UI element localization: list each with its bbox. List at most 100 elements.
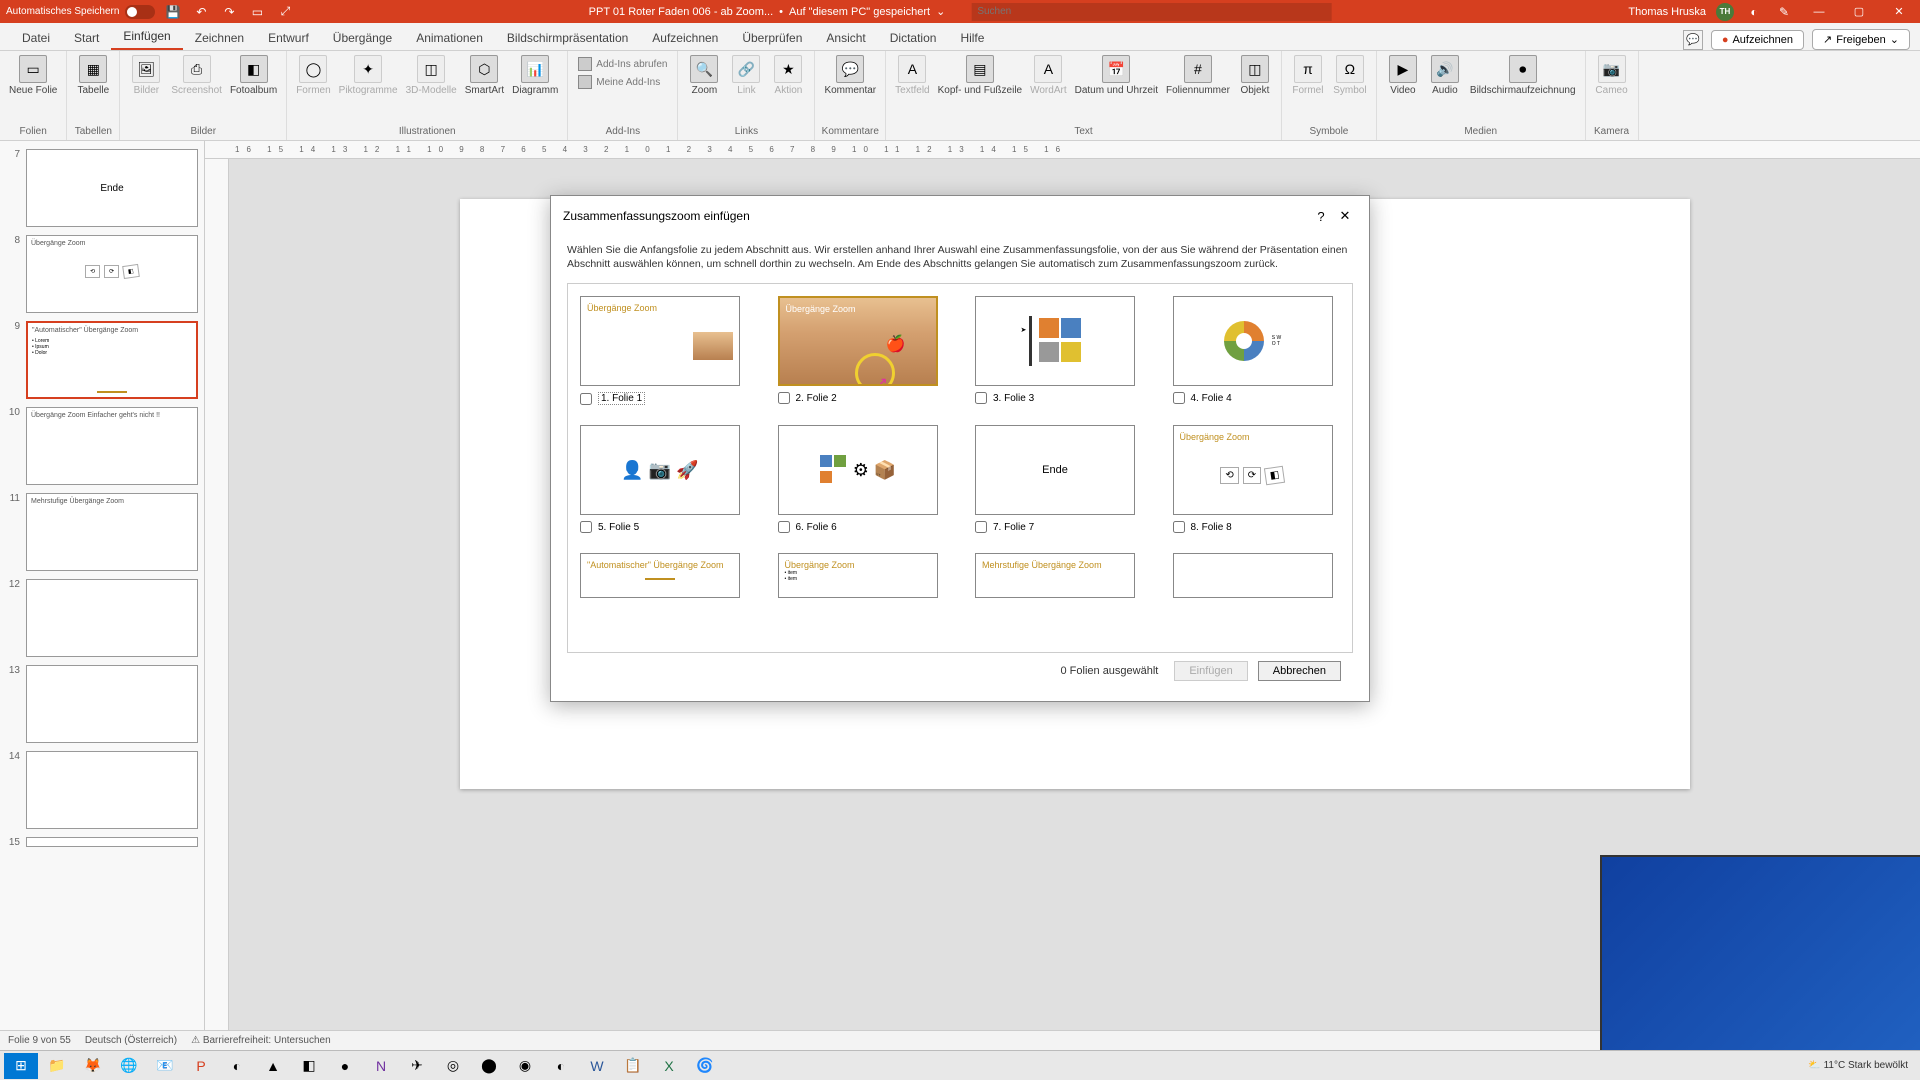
- thumb-8[interactable]: 8Übergänge Zoom⟲⟳◧: [0, 231, 204, 317]
- slide-2-checkbox[interactable]: [778, 392, 790, 404]
- autosave-toggle[interactable]: Automatisches Speichern: [6, 5, 155, 19]
- minimize-button[interactable]: —: [1804, 0, 1834, 23]
- cancel-button[interactable]: Abbrechen: [1258, 661, 1341, 681]
- task-app7-icon[interactable]: 📋: [616, 1053, 650, 1079]
- action-button[interactable]: ★Aktion: [768, 53, 808, 98]
- comments-button[interactable]: 💬: [1683, 30, 1703, 50]
- draw-icon[interactable]: ✎: [1774, 2, 1794, 22]
- share-button[interactable]: ↗Freigeben⌄: [1812, 29, 1910, 50]
- tab-datei[interactable]: Datei: [10, 26, 62, 50]
- thumb-7[interactable]: 7Ende: [0, 145, 204, 231]
- tab-aufzeichnen[interactable]: Aufzeichnen: [640, 26, 730, 50]
- screen-recording-button[interactable]: ⏺Bildschirmaufzeichnung: [1467, 53, 1579, 98]
- task-firefox-icon[interactable]: 🦊: [76, 1053, 110, 1079]
- grid-slide-11[interactable]: Mehrstufige Übergänge Zoom: [975, 553, 1143, 598]
- thumb-12[interactable]: 12: [0, 575, 204, 661]
- record-button[interactable]: ●Aufzeichnen: [1711, 30, 1804, 50]
- task-app4-icon[interactable]: ◎: [436, 1053, 470, 1079]
- new-slide-button[interactable]: ▭Neue Folie: [6, 53, 60, 98]
- grid-slide-2[interactable]: Übergänge Zoom🍎 2. Folie 2: [778, 296, 946, 405]
- tab-uebergaenge[interactable]: Übergänge: [321, 26, 404, 50]
- textbox-button[interactable]: ATextfeld: [892, 53, 932, 98]
- user-avatar-icon[interactable]: TH: [1716, 3, 1734, 21]
- tab-hilfe[interactable]: Hilfe: [948, 26, 996, 50]
- slide-picker-grid[interactable]: Übergänge Zoom 1. Folie 1 Übergänge Zoom…: [567, 283, 1353, 653]
- from-beginning-icon[interactable]: ▭: [247, 2, 267, 22]
- task-telegram-icon[interactable]: ✈: [400, 1053, 434, 1079]
- wordart-button[interactable]: AWordArt: [1027, 53, 1070, 98]
- chart-button[interactable]: 📊Diagramm: [509, 53, 561, 98]
- grid-slide-4[interactable]: S WO T 4. Folie 4: [1173, 296, 1341, 405]
- symbol-button[interactable]: ΩSymbol: [1330, 53, 1370, 98]
- icons-button[interactable]: ✦Piktogramme: [336, 53, 401, 98]
- slide-thumbnail-panel[interactable]: 7Ende 8Übergänge Zoom⟲⟳◧ 9"Automatischer…: [0, 141, 205, 1030]
- start-button[interactable]: ⊞: [4, 1053, 38, 1079]
- redo-icon[interactable]: ↷: [219, 2, 239, 22]
- task-onenote-icon[interactable]: N: [364, 1053, 398, 1079]
- slide-8-checkbox[interactable]: [1173, 521, 1185, 533]
- task-powerpoint-icon[interactable]: P: [184, 1053, 218, 1079]
- language-status[interactable]: Deutsch (Österreich): [85, 1035, 177, 1046]
- screenshot-button[interactable]: ⎙Screenshot: [168, 53, 225, 98]
- object-button[interactable]: ◫Objekt: [1235, 53, 1275, 98]
- tab-bildschirm[interactable]: Bildschirmpräsentation: [495, 26, 640, 50]
- smartart-button[interactable]: ⬡SmartArt: [462, 53, 507, 98]
- audio-button[interactable]: 🔊Audio: [1425, 53, 1465, 98]
- slide-counter[interactable]: Folie 9 von 55: [8, 1035, 71, 1046]
- video-button[interactable]: ▶Video: [1383, 53, 1423, 98]
- tab-animationen[interactable]: Animationen: [404, 26, 495, 50]
- grid-slide-1[interactable]: Übergänge Zoom 1. Folie 1: [580, 296, 748, 405]
- grid-slide-10[interactable]: Übergänge Zoom• item• item: [778, 553, 946, 598]
- task-chrome-icon[interactable]: 🌐: [112, 1053, 146, 1079]
- task-app-icon[interactable]: ◐: [220, 1053, 254, 1079]
- tab-ansicht[interactable]: Ansicht: [814, 26, 877, 50]
- grid-slide-8[interactable]: Übergänge Zoom⟲⟳◧ 8. Folie 8: [1173, 425, 1341, 533]
- maximize-button[interactable]: ▢: [1844, 0, 1874, 23]
- grid-slide-6[interactable]: ⚙ 📦 6. Folie 6: [778, 425, 946, 533]
- shapes-button[interactable]: ◯Formen: [293, 53, 333, 98]
- close-button[interactable]: ✕: [1884, 0, 1914, 23]
- tab-zeichnen[interactable]: Zeichnen: [183, 26, 256, 50]
- grid-slide-9[interactable]: "Automatischer" Übergänge Zoom: [580, 553, 748, 598]
- thumb-15[interactable]: 15: [0, 833, 204, 852]
- save-icon[interactable]: 💾: [163, 2, 183, 22]
- thumb-10[interactable]: 10Übergänge Zoom Einfacher geht's nicht …: [0, 403, 204, 489]
- link-button[interactable]: 🔗Link: [726, 53, 766, 98]
- images-button[interactable]: 🖼Bilder: [126, 53, 166, 98]
- task-vlc-icon[interactable]: ▲: [256, 1053, 290, 1079]
- weather-widget[interactable]: ⛅ 11°C Stark bewölkt: [1808, 1060, 1908, 1071]
- search-input[interactable]: [971, 3, 1331, 21]
- table-button[interactable]: ▦Tabelle: [73, 53, 113, 98]
- accessibility-status[interactable]: ⚠ Barrierefreiheit: Untersuchen: [191, 1035, 331, 1046]
- tab-ueberpruefen[interactable]: Überprüfen: [730, 26, 814, 50]
- thumb-13[interactable]: 13: [0, 661, 204, 747]
- grid-slide-12[interactable]: [1173, 553, 1341, 598]
- task-app6-icon[interactable]: ◐: [544, 1053, 578, 1079]
- insert-button[interactable]: Einfügen: [1174, 661, 1247, 681]
- task-word-icon[interactable]: W: [580, 1053, 614, 1079]
- task-explorer-icon[interactable]: 📁: [40, 1053, 74, 1079]
- equation-button[interactable]: πFormel: [1288, 53, 1328, 98]
- slide-5-checkbox[interactable]: [580, 521, 592, 533]
- touch-mode-icon[interactable]: ⤢: [275, 2, 295, 22]
- task-app5-icon[interactable]: ◉: [508, 1053, 542, 1079]
- datetime-button[interactable]: 📅Datum und Uhrzeit: [1072, 53, 1161, 98]
- task-excel-icon[interactable]: X: [652, 1053, 686, 1079]
- task-app3-icon[interactable]: ●: [328, 1053, 362, 1079]
- photoalbum-button[interactable]: ◧Fotoalbum: [227, 53, 280, 98]
- tab-einfuegen[interactable]: Einfügen: [111, 24, 182, 50]
- zoom-button[interactable]: 🔍Zoom: [684, 53, 724, 98]
- 3d-button[interactable]: ◫3D-Modelle: [403, 53, 460, 98]
- task-edge-icon[interactable]: 🌀: [688, 1053, 722, 1079]
- slidenumber-button[interactable]: #Foliennummer: [1163, 53, 1233, 98]
- dialog-close-button[interactable]: ✕: [1333, 204, 1357, 228]
- slide-1-checkbox[interactable]: [580, 393, 592, 405]
- cameo-button[interactable]: 📷Cameo: [1592, 53, 1632, 98]
- user-name[interactable]: Thomas Hruska: [1628, 6, 1706, 18]
- task-outlook-icon[interactable]: 📧: [148, 1053, 182, 1079]
- comment-button[interactable]: 💬Kommentar: [821, 53, 879, 98]
- undo-icon[interactable]: ↶: [191, 2, 211, 22]
- thumb-14[interactable]: 14: [0, 747, 204, 833]
- slide-6-checkbox[interactable]: [778, 521, 790, 533]
- thumb-9[interactable]: 9"Automatischer" Übergänge Zoom• Lorem• …: [0, 317, 204, 403]
